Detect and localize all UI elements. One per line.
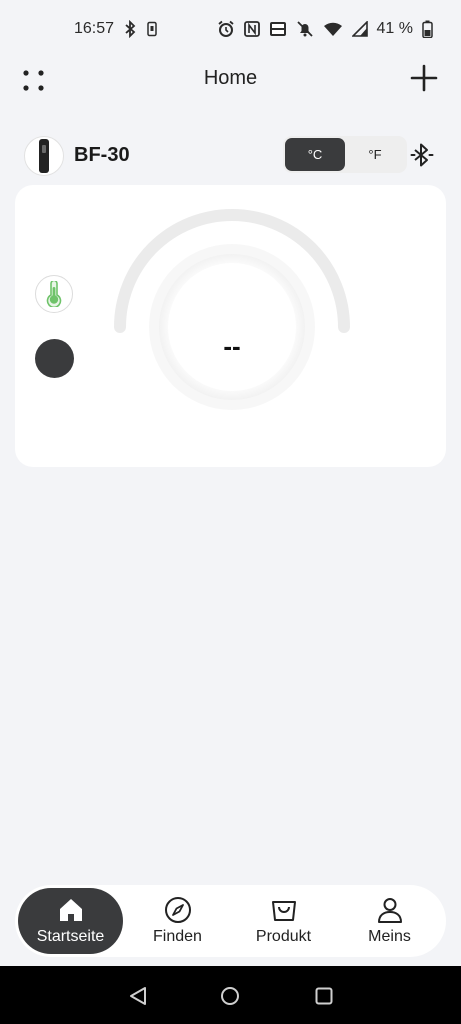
compass-icon — [164, 896, 192, 924]
status-time: 16:57 — [74, 20, 115, 37]
bottom-navigation: Startseite Finden Produkt Meins — [15, 885, 446, 957]
status-bar: 16:57 41 % — [0, 0, 461, 58]
alarm-icon — [217, 20, 235, 38]
nav-item-meins[interactable]: Meins — [337, 888, 442, 954]
temperature-value: -- — [223, 331, 241, 361]
back-button[interactable] — [127, 985, 149, 1007]
person-icon — [376, 896, 404, 924]
bluetooth-connection-button[interactable] — [409, 142, 435, 168]
recents-square-icon — [315, 987, 333, 1005]
bluetooth-icon — [123, 20, 137, 38]
device-row: BF-30 °C °F — [24, 136, 444, 176]
unit-fahrenheit-button[interactable]: °F — [345, 138, 405, 171]
thermometer-device-icon — [39, 139, 49, 173]
home-icon — [57, 896, 85, 924]
nav-item-finden[interactable]: Finden — [125, 888, 230, 954]
mute-icon — [296, 20, 314, 38]
add-device-button[interactable] — [409, 63, 439, 93]
nav-label: Produkt — [255, 928, 312, 945]
grid-menu-button[interactable] — [18, 64, 48, 94]
nav-item-produkt[interactable]: Produkt — [231, 888, 336, 954]
plus-icon — [410, 64, 438, 92]
page-title: Home — [203, 66, 258, 89]
home-circle-icon — [221, 987, 239, 1005]
status-bar-left: 16:57 — [74, 20, 158, 38]
temperature-card: -- — [15, 185, 446, 467]
phone-icon — [146, 21, 158, 37]
battery-percent: 41 % — [376, 20, 413, 37]
temperature-gauge: -- — [113, 207, 351, 417]
app-header: Home — [0, 58, 461, 98]
nav-label: Finden — [153, 928, 202, 945]
grid-menu-icon — [23, 70, 44, 91]
nfc-icon — [243, 21, 260, 37]
unit-celsius-button[interactable]: °C — [285, 138, 345, 171]
device-avatar[interactable] — [24, 136, 64, 176]
status-bar-right: 41 % — [217, 20, 433, 38]
signal-icon — [351, 21, 368, 37]
recents-button[interactable] — [313, 985, 335, 1007]
system-navigation-bar — [0, 966, 461, 1024]
back-triangle-icon — [130, 987, 146, 1005]
ambient-sensor-indicator[interactable] — [35, 339, 74, 378]
gauge-arc — [114, 209, 350, 410]
device-name: BF-30 — [74, 144, 130, 166]
nav-item-startseite[interactable]: Startseite — [18, 888, 123, 954]
bluetooth-icon — [410, 143, 434, 167]
battery-icon — [422, 20, 433, 38]
thermometer-icon — [46, 281, 62, 307]
bag-icon — [270, 896, 298, 924]
nav-label: Meins — [368, 928, 411, 945]
nav-label: Startseite — [36, 928, 105, 945]
home-system-button[interactable] — [219, 985, 241, 1007]
volte-icon — [269, 21, 287, 37]
unit-toggle: °C °F — [283, 136, 407, 173]
wifi-icon — [323, 21, 343, 37]
probe-status-button[interactable] — [35, 275, 73, 313]
